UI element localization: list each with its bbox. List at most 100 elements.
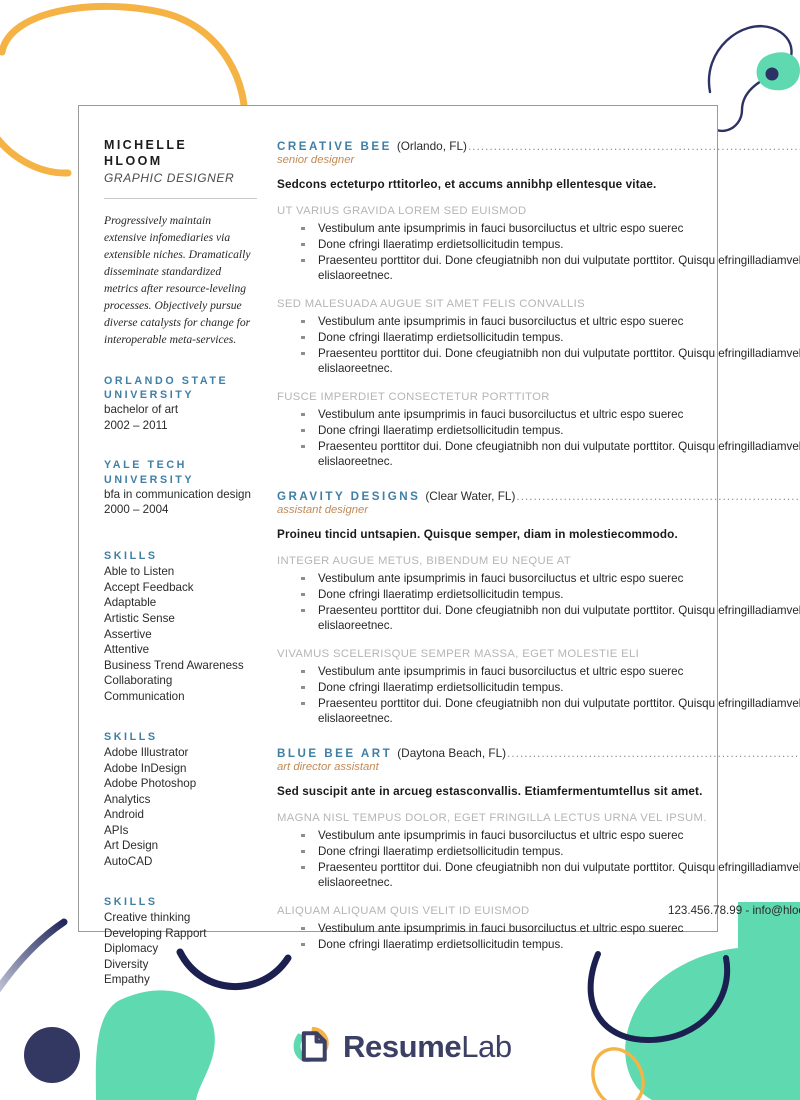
screenshot-canvas: MICHELLE HLOOM GRAPHIC DESIGNER Progress…	[0, 0, 800, 1100]
education-degree: bfa in communication design	[104, 488, 251, 502]
education-entry: YALE TECH UNIVERSITY bfa in communicatio…	[104, 458, 251, 518]
bullet-item: Praesenteu porttitor dui. Done cfeugiatn…	[277, 253, 800, 284]
bullet-group-heading: VIVAMUS SCELERISQUE SEMPER MASSA, EGET M…	[277, 647, 640, 660]
candidate-job-title: GRAPHIC DESIGNER	[104, 171, 235, 186]
skill-item: Artistic Sense	[104, 612, 175, 626]
bullet-item: Done cfringi llaeratimp erdietsollicitud…	[277, 587, 800, 603]
bullet-group-heading: UT VARIUS GRAVIDA LOREM SED EUISMOD	[277, 205, 527, 217]
experience-header: BLUE BEE ART (Daytona Beach, FL) .......…	[277, 746, 800, 760]
skill-item: Developing Rapport	[104, 926, 207, 940]
skills-heading: SKILLS	[104, 730, 158, 743]
dot-leader: ........................................…	[516, 490, 800, 503]
bullet-group-heading: MAGNA NISL TEMPUS DOLOR, EGET FRINGILLA …	[277, 811, 707, 824]
bullet-list: Vestibulum ante ipsumprimis in fauci bus…	[277, 921, 800, 953]
experience-entry: CREATIVE BEE (Orlando, FL) .............…	[277, 139, 800, 470]
dot-leader: ........................................…	[507, 747, 800, 760]
education-years: 2000 – 2004	[104, 503, 169, 517]
bullet-item: Praesenteu porttitor dui. Done cfeugiatn…	[277, 603, 800, 634]
resumelab-wordmark: ResumeLab	[343, 1031, 512, 1062]
resume-sidebar: MICHELLE HLOOM GRAPHIC DESIGNER Progress…	[79, 106, 267, 986]
skills-group: SKILLS Able to Listen Accept Feedback Ad…	[104, 549, 251, 705]
professional-summary: Progressively maintain extensive infomed…	[104, 214, 251, 347]
bullet-group: VIVAMUS SCELERISQUE SEMPER MASSA, EGET M…	[277, 647, 800, 727]
bullet-item: Praesenteu porttitor dui. Done cfeugiatn…	[277, 346, 800, 377]
company-location: (Clear Water, FL)	[425, 488, 516, 503]
bullet-item: Done cfringi llaeratimp erdietsollicitud…	[277, 330, 800, 346]
bullet-item: Done cfringi llaeratimp erdietsollicitud…	[277, 844, 800, 860]
skill-item: Adobe Photoshop	[104, 777, 197, 791]
bullet-item: Done cfringi llaeratimp erdietsollicitud…	[277, 937, 800, 953]
bullet-group: SED MALESUADA AUGUE SIT AMET FELIS CONVA…	[277, 297, 800, 377]
bullet-item: Done cfringi llaeratimp erdietsollicitud…	[277, 680, 800, 696]
skill-item: Adobe InDesign	[104, 761, 187, 775]
skill-item: Communication	[104, 689, 185, 703]
bullet-list: Vestibulum ante ipsumprimis in fauci bus…	[277, 314, 800, 377]
skill-item: Collaborating	[104, 674, 173, 688]
skill-item: APIs	[104, 823, 129, 837]
skills-group: SKILLS Creative thinking Developing Rapp…	[104, 895, 251, 988]
bullet-list: Vestibulum ante ipsumprimis in fauci bus…	[277, 828, 800, 891]
candidate-name: MICHELLE HLOOM	[104, 138, 188, 168]
skill-item: Diversity	[104, 957, 149, 971]
education-years: 2002 – 2011	[104, 418, 168, 432]
skill-item: Adobe Illustrator	[104, 745, 189, 759]
education-school-name: YALE TECH UNIVERSITY	[104, 459, 195, 486]
resume-main-column: CREATIVE BEE (Orlando, FL) .............…	[267, 106, 800, 951]
skill-item: Creative thinking	[104, 911, 191, 925]
skill-item: Business Trend Awareness	[104, 658, 244, 672]
bullet-group: MAGNA NISL TEMPUS DOLOR, EGET FRINGILLA …	[277, 811, 800, 891]
skill-item: Able to Listen	[104, 565, 175, 579]
bullet-group-heading: SED MALESUADA AUGUE SIT AMET FELIS CONVA…	[277, 297, 585, 310]
skills-group: SKILLS Adobe Illustrator Adobe InDesign …	[104, 730, 251, 870]
bullet-item: Done cfringi llaeratimp erdietsollicitud…	[277, 423, 800, 439]
resumelab-logo: ResumeLab	[292, 1024, 512, 1068]
bullet-item: Vestibulum ante ipsumprimis in fauci bus…	[277, 664, 800, 680]
bullet-item: Praesenteu porttitor dui. Done cfeugiatn…	[277, 696, 800, 727]
bullet-item: Vestibulum ante ipsumprimis in fauci bus…	[277, 571, 800, 587]
bullet-list: Vestibulum ante ipsumprimis in fauci bus…	[277, 407, 800, 470]
skill-item: Analytics	[104, 792, 151, 806]
experience-intro: Proineu tincid untsapien. Quisque semper…	[277, 527, 678, 541]
company-location: (Orlando, FL)	[396, 139, 467, 153]
logo-word-primary: Resume	[343, 1028, 462, 1064]
resumelab-document-icon	[293, 1026, 329, 1063]
bullet-item: Vestibulum ante ipsumprimis in fauci bus…	[277, 828, 800, 844]
company-name: CREATIVE BEE	[277, 140, 392, 153]
skill-item: AutoCAD	[104, 855, 153, 868]
skills-heading: SKILLS	[104, 895, 158, 908]
education-degree: bachelor of art	[104, 403, 179, 417]
dot-leader: ........................................…	[467, 141, 800, 153]
skill-item: Assertive	[104, 627, 152, 641]
skill-item: Diplomacy	[104, 942, 159, 956]
position-title: senior designer	[277, 154, 355, 166]
company-name: BLUE BEE ART	[277, 746, 393, 760]
position-title: assistant designer	[277, 503, 369, 516]
bullet-group: FUSCE IMPERDIET CONSECTETUR PORTTITOR Ve…	[277, 390, 800, 470]
bullet-list: Vestibulum ante ipsumprimis in fauci bus…	[277, 221, 800, 284]
green-blob-top-shape	[756, 52, 800, 91]
bullet-list: Vestibulum ante ipsumprimis in fauci bus…	[277, 664, 800, 727]
experience-header: GRAVITY DESIGNS (Clear Water, FL) ......…	[277, 489, 800, 503]
bullet-group: UT VARIUS GRAVIDA LOREM SED EUISMOD Vest…	[277, 204, 800, 284]
skills-list: Adobe Illustrator Adobe InDesign Adobe P…	[104, 745, 251, 870]
skills-list: Able to Listen Accept Feedback Adaptable…	[104, 564, 251, 704]
skill-item: Adaptable	[104, 596, 157, 610]
skill-item: Android	[104, 808, 144, 822]
navy-gradient-arc-shape	[0, 918, 68, 993]
position-title: art director assistant	[277, 760, 379, 773]
green-blob-bottom-left-shape	[95, 990, 215, 1100]
skill-item: Attentive	[104, 643, 150, 657]
bullet-item: Praesenteu porttitor dui. Done cfeugiatn…	[277, 439, 800, 470]
footer-contact-line: 123.456.78.99 - info@hloom.com - www.hlo…	[668, 904, 800, 917]
company-location: (Daytona Beach, FL)	[397, 745, 507, 760]
skill-item: Art Design	[104, 839, 159, 853]
education-entry: ORLANDO STATE UNIVERSITY bachelor of art…	[104, 374, 251, 434]
skills-list: Creative thinking Developing Rapport Dip…	[104, 910, 251, 988]
skills-heading: SKILLS	[104, 549, 158, 562]
experience-entry: BLUE BEE ART (Daytona Beach, FL) .......…	[277, 746, 800, 952]
bullet-group-heading: INTEGER AUGUE METUS, BIBENDUM EU NEQUE A…	[277, 554, 572, 567]
bullet-item: Vestibulum ante ipsumprimis in fauci bus…	[277, 221, 800, 237]
skill-item: Empathy	[104, 973, 150, 987]
bullet-group: INTEGER AUGUE METUS, BIBENDUM EU NEQUE A…	[277, 554, 800, 634]
experience-header: CREATIVE BEE (Orlando, FL) .............…	[277, 139, 800, 153]
